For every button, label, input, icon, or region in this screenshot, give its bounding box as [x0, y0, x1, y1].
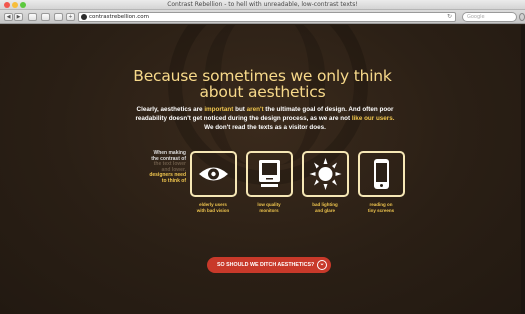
intro-highlight-1: important	[204, 106, 234, 113]
browser-toolbar: ◀ ▶ + contrastrebellion.com ↻ Google	[0, 10, 525, 24]
card-bad-lighting	[302, 151, 349, 197]
intro-paragraph: Clearly, aesthetics are important but ar…	[130, 105, 400, 132]
card-label-line: and glare	[314, 208, 335, 213]
phone-icon	[374, 159, 389, 189]
window-title: Contrast Rebellion - to hell with unread…	[167, 1, 358, 8]
card-label-bad-lighting: bad lighting and glare	[295, 202, 355, 214]
page-content: Because sometimes we only think about ae…	[0, 25, 525, 314]
back-button[interactable]: ◀	[4, 13, 13, 21]
monitor-icon	[259, 160, 280, 187]
cta-label: SO SHOULD WE DITCH AESTHETICS?	[217, 262, 315, 268]
card-low-quality-monitors	[246, 151, 293, 197]
search-input[interactable]: Google	[462, 12, 517, 22]
bookmarks-icon[interactable]	[54, 13, 63, 21]
card-elderly-users	[190, 151, 237, 197]
share-icon[interactable]	[28, 13, 37, 21]
downloads-icon[interactable]	[519, 13, 525, 21]
side-note-line-6: to think of	[161, 177, 186, 184]
eye-icon	[199, 167, 228, 181]
intro-text-2: but	[233, 106, 247, 113]
ditch-aesthetics-button[interactable]: SO SHOULD WE DITCH AESTHETICS? ⌄	[207, 257, 331, 273]
card-tiny-screens	[358, 151, 405, 197]
headline-line-2: about aesthetics	[199, 83, 326, 101]
intro-highlight-3: like our users.	[351, 115, 395, 122]
card-label-elderly-users: elderly users with bad vision	[183, 202, 243, 214]
address-url: contrastrebellion.com	[89, 14, 150, 20]
card-label-line: monitors	[259, 208, 279, 213]
search-placeholder: Google	[467, 14, 485, 20]
intro-text-1: Clearly, aesthetics are	[136, 106, 205, 113]
card-label-line: tiny screens	[367, 208, 395, 213]
card-label-line: with bad vision	[196, 208, 230, 213]
forward-button[interactable]: ▶	[14, 13, 23, 21]
card-label-low-quality-monitors: low quality monitors	[239, 202, 299, 214]
reading-list-icon[interactable]	[41, 13, 50, 21]
add-tab-button[interactable]: +	[66, 13, 75, 21]
window-titlebar: Contrast Rebellion - to hell with unread…	[0, 0, 525, 10]
intro-highlight-2: aren't	[246, 106, 264, 113]
site-favicon-icon	[81, 14, 87, 20]
headline-line-1: Because sometimes we only think	[133, 67, 392, 85]
reload-icon[interactable]: ↻	[447, 13, 452, 21]
card-label-tiny-screens: reading on tiny screens	[351, 202, 411, 214]
window-edge	[521, 25, 525, 314]
sun-icon	[309, 158, 342, 190]
side-note: When making the contrast of the text low…	[132, 150, 186, 185]
chevron-down-icon: ⌄	[317, 260, 327, 270]
intro-text-4: We don't read the texts as a visitor doe…	[204, 124, 326, 131]
address-bar[interactable]: contrastrebellion.com ↻	[78, 12, 456, 22]
page-headline: Because sometimes we only think about ae…	[0, 68, 525, 100]
